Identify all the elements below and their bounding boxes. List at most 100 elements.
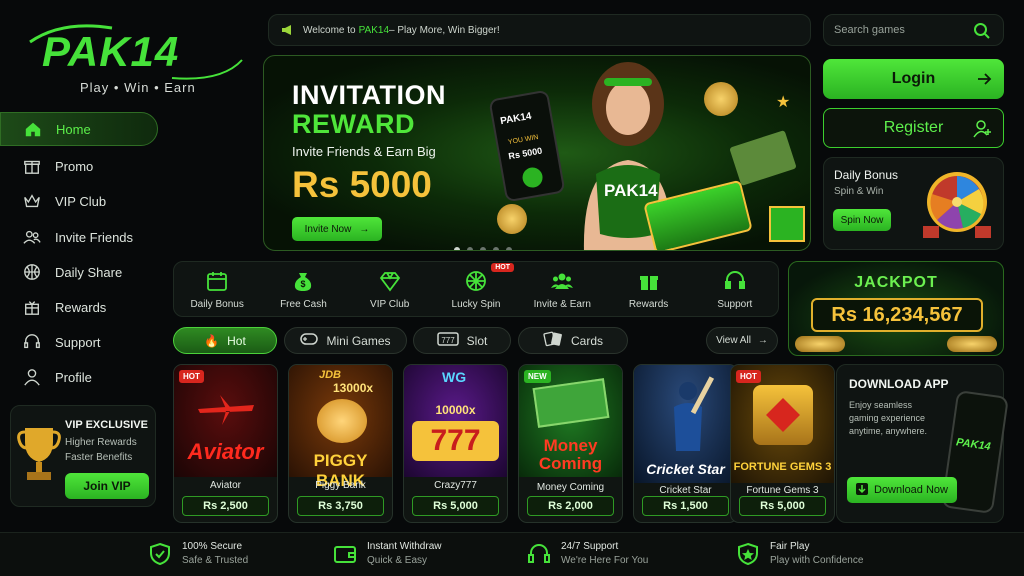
carousel-dots[interactable]	[454, 240, 519, 250]
search-box[interactable]: Search games	[823, 14, 1004, 46]
carousel-dot[interactable]	[493, 247, 499, 250]
carousel-dot[interactable]	[480, 247, 486, 250]
quick-label: Daily Bonus	[190, 298, 244, 310]
footer-secure: 100% Secure Safe & Trusted	[148, 541, 248, 566]
gift-icon	[22, 156, 42, 176]
sidebar-item-vip-club[interactable]: VIP Club	[0, 184, 158, 218]
logo-tagline: Play • Win • Earn	[80, 80, 196, 95]
download-icon	[856, 482, 868, 498]
quick-label: Support	[717, 298, 753, 310]
sidebar-item-support[interactable]: Support	[0, 325, 158, 359]
game-card-crazy777[interactable]: WG 10000x 777 Crazy777 Rs 5,000	[403, 364, 508, 523]
quick-support[interactable]: Support	[695, 269, 775, 310]
gift-icon	[637, 269, 661, 293]
sidebar-item-label: VIP Club	[55, 193, 107, 209]
tab-label: Slot	[466, 333, 488, 348]
promo-banner[interactable]: INVITATION REWARD Invite Friends & Earn …	[263, 55, 811, 251]
search-icon[interactable]	[973, 22, 991, 40]
quick-rewards[interactable]: Rewards	[609, 269, 689, 310]
game-price-button[interactable]: Rs 2,000	[527, 496, 614, 516]
brand-logo[interactable]: PAK14 Play • Win • Earn	[22, 20, 244, 100]
game-name: Aviator	[210, 480, 241, 491]
search-input[interactable]: Search games	[834, 24, 905, 36]
quick-menu: Daily Bonus $ Free Cash VIP Club Lucky S…	[173, 261, 779, 317]
login-label: Login	[891, 70, 936, 87]
game-price-button[interactable]: Rs 5,000	[412, 496, 499, 516]
carousel-dot[interactable]	[454, 247, 460, 250]
ticker-brand: PAK14	[358, 24, 390, 36]
spin-now-button[interactable]: Spin Now	[833, 209, 891, 231]
ticker-prefix: Welcome to	[303, 24, 356, 36]
footer-support: 24/7 Support We're Here For You	[527, 541, 648, 566]
vip-line2: Faster Benefits	[65, 452, 133, 463]
invite-now-button[interactable]: Invite Now →	[292, 217, 382, 241]
sidebar-item-profile[interactable]: Profile	[0, 360, 158, 394]
sidebar-item-daily-share[interactable]: Daily Share	[0, 255, 158, 289]
banner-title-line2: REWARD	[292, 109, 415, 139]
join-vip-button[interactable]: Join VIP	[65, 473, 149, 499]
arrow-right-icon: →	[757, 335, 768, 346]
jackpot-panel: JACKPOT Rs 16,234,567	[788, 261, 1004, 356]
game-price-button[interactable]: Rs 1,500	[642, 496, 729, 516]
tab-slot[interactable]: 777 Slot	[413, 327, 511, 354]
carousel-dot[interactable]	[506, 247, 512, 250]
sidebar-item-label: Profile	[55, 369, 92, 385]
invite-now-label: Invite Now	[304, 223, 352, 235]
game-name: Fortune Gems 3	[746, 485, 819, 496]
download-now-button[interactable]: Download Now	[847, 477, 957, 503]
quick-invite-earn[interactable]: Invite & Earn	[522, 269, 602, 310]
calendar-icon	[205, 269, 229, 293]
logo-text: PAK14	[42, 28, 180, 75]
quick-label: Rewards	[628, 298, 669, 310]
game-card-money-coming[interactable]: Money Coming NEW Money Coming Rs 2,000	[518, 364, 623, 523]
banner-subtitle: Invite Friends & Earn Big	[292, 144, 436, 159]
game-card-piggy-bank[interactable]: JDB 13000x PIGGY BANK Piggy Bank Rs 3,75…	[288, 364, 393, 523]
game-card-cricket-star[interactable]: Cricket Star Cricket Star Rs 1,500	[633, 364, 738, 523]
tab-hot[interactable]: 🔥 Hot	[173, 327, 277, 354]
quick-vip-club[interactable]: VIP Club	[350, 269, 430, 310]
megaphone-icon	[281, 24, 295, 36]
shirt-logo: PAK14	[604, 181, 658, 200]
game-price-button[interactable]: Rs 3,750	[297, 496, 384, 516]
headset-icon	[22, 332, 42, 352]
sidebar-item-promo[interactable]: Promo	[0, 149, 158, 183]
sidebar-item-home[interactable]: Home	[0, 112, 158, 146]
footer-fair-play: Fair Play Play with Confidence	[736, 541, 863, 566]
quick-daily-bonus[interactable]: Daily Bonus	[177, 269, 257, 310]
slot-icon: 777	[436, 332, 459, 349]
carousel-dot[interactable]	[467, 247, 473, 250]
coin-pile-icon	[947, 336, 997, 352]
game-art: WG 10000x 777	[404, 365, 507, 477]
sidebar-item-label: Promo	[55, 158, 94, 174]
sidebar-item-label: Rewards	[55, 299, 107, 315]
arrow-right-icon	[976, 71, 992, 87]
quick-free-cash[interactable]: $ Free Cash	[263, 269, 343, 310]
game-price-button[interactable]: Rs 5,000	[739, 496, 826, 516]
coin-icon	[704, 82, 738, 116]
phone-you-win: YOU WIN	[507, 133, 540, 147]
download-app-card: DOWNLOAD APP Enjoy seamless gaming experi…	[836, 364, 1009, 523]
svg-text:777: 777	[441, 336, 455, 345]
sidebar-item-rewards[interactable]: Rewards	[0, 290, 158, 324]
banner-title-line1: INVITATION	[292, 80, 446, 110]
game-card-aviator[interactable]: Aviator HOT Aviator Rs 2,500	[173, 364, 278, 523]
view-all-button[interactable]: View All →	[706, 327, 778, 354]
hot-badge: HOT	[491, 262, 514, 272]
game-card-fortune-gems-3[interactable]: FORTUNE GEMS 3 HOT Fortune Gems 3 Rs 5,0…	[730, 364, 835, 523]
tab-label: Mini Games	[326, 333, 391, 348]
jackpot-title: JACKPOT	[854, 274, 938, 291]
login-button[interactable]: Login	[823, 59, 1004, 99]
tab-cards[interactable]: Cards	[518, 327, 628, 354]
cash-illustration	[729, 130, 797, 186]
game-price-button[interactable]: Rs 2,500	[182, 496, 269, 516]
crown-icon	[22, 191, 42, 211]
quick-label: Lucky Spin	[451, 298, 501, 310]
register-button[interactable]: Register	[823, 108, 1004, 148]
footer-withdraw: Instant Withdraw Quick & Easy	[333, 541, 441, 566]
quick-lucky-spin[interactable]: Lucky Spin HOT	[436, 262, 516, 310]
svg-text:$: $	[301, 279, 306, 289]
game-name: Money Coming	[536, 482, 605, 493]
sidebar-item-invite-friends[interactable]: Invite Friends	[0, 220, 158, 254]
tab-mini-games[interactable]: Mini Games	[284, 327, 407, 354]
coin-pile-icon	[795, 336, 845, 352]
